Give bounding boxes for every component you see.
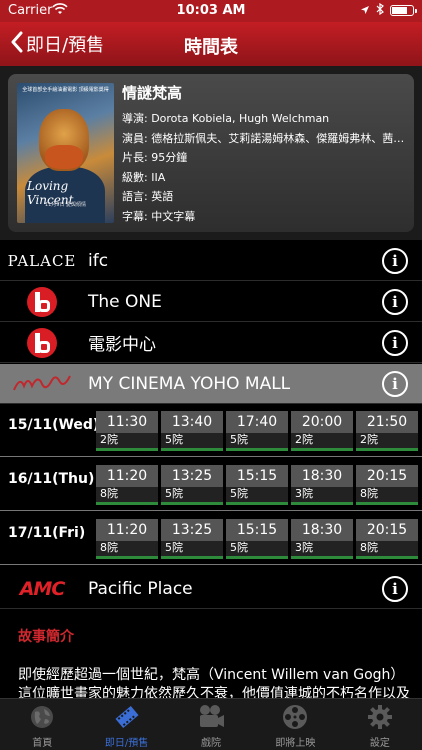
showtime-slot[interactable]: 17:40 5院 bbox=[226, 411, 288, 451]
showtime-slot[interactable]: 21:50 2院 bbox=[356, 411, 418, 451]
movie-length: 片長: 95分鐘 bbox=[122, 151, 188, 164]
tab-bar: 首頁 即日/預售 戲院 即將上映 設定 bbox=[0, 698, 422, 750]
synopsis-text: 即使經歷超過一個世紀，梵高（Vincent Willem van Gogh）這位… bbox=[18, 667, 410, 698]
movie-poster[interactable]: 全球首部全手繪油畫電影 頂級電影獎得 Loving Vincent 11月9日 … bbox=[17, 83, 114, 223]
tab-settings[interactable]: 設定 bbox=[338, 699, 422, 750]
tab-today-presale[interactable]: 即日/預售 bbox=[84, 699, 168, 750]
movie-info-section: 全球首部全手繪油畫電影 頂級電影獎得 Loving Vincent 11月9日 … bbox=[0, 66, 422, 240]
cinema-name: 電影中心 bbox=[88, 335, 156, 355]
info-icon[interactable]: i bbox=[382, 289, 408, 315]
show-date: 17/11(Fri) bbox=[8, 525, 86, 541]
info-icon[interactable]: i bbox=[382, 330, 408, 356]
projector-icon bbox=[196, 703, 226, 731]
poster-tagline: 全球首部全手繪油畫電影 頂級電影獎得 bbox=[22, 87, 109, 93]
showtime-slot[interactable]: 18:30 3院 bbox=[291, 465, 353, 505]
page-title: 時間表 bbox=[184, 37, 238, 58]
broadway-logo bbox=[0, 323, 84, 363]
poster-release-text: 11月9日 愛與傾情 bbox=[44, 202, 87, 208]
showtime-slot[interactable]: 15:15 5院 bbox=[226, 465, 288, 505]
showtime-slot[interactable]: 11:20 8院 bbox=[96, 519, 158, 559]
film-strip-icon bbox=[113, 703, 141, 731]
status-bar: Carrier 10:03 AM bbox=[0, 0, 422, 22]
movie-language: 語言: 英語 bbox=[122, 190, 174, 203]
broadway-logo bbox=[0, 282, 84, 322]
globe-icon bbox=[29, 703, 55, 731]
cinema-row-amc-pacific-place[interactable]: AMC Pacific Place i bbox=[0, 569, 422, 609]
showtime-day: 15/11(Wed) 11:30 2院 13:40 5院 17:40 5院 20:00… bbox=[0, 405, 422, 457]
synopsis-heading: 故事簡介 bbox=[18, 629, 74, 645]
movie-details: 情謎梵高 導演: Dorota Kobiela, Hugh Welchman 演… bbox=[122, 82, 406, 226]
synopsis-section: 故事簡介 即使經歷超過一個世紀，梵高（Vincent Willem van Go… bbox=[0, 610, 422, 698]
gear-icon bbox=[366, 703, 394, 731]
showtime-day: 17/11(Fri) 11:20 8院 13:25 5院 15:15 5院 18:30… bbox=[0, 513, 422, 565]
movie-card: 全球首部全手繪油畫電影 頂級電影獎得 Loving Vincent 11月9日 … bbox=[8, 74, 414, 232]
navigation-bar: 即日/預售 時間表 bbox=[0, 22, 422, 66]
tab-label: 即日/預售 bbox=[104, 738, 149, 749]
cinema-row-the-one[interactable]: The ONE i bbox=[0, 282, 422, 322]
showtime-slot[interactable]: 11:30 2院 bbox=[96, 411, 158, 451]
tab-label: 即將上映 bbox=[275, 738, 316, 749]
cinema-name: ifc bbox=[88, 250, 109, 271]
showtime-slot[interactable]: 13:40 5院 bbox=[161, 411, 223, 451]
bluetooth-icon bbox=[376, 2, 384, 18]
tab-cinemas[interactable]: 戲院 bbox=[169, 699, 253, 750]
cinema-row-palace-ifc[interactable]: PALACE ifc i bbox=[0, 241, 422, 281]
movie-subtitles: 字幕: 中文字幕 bbox=[122, 209, 196, 223]
cinema-name: The ONE bbox=[88, 291, 162, 312]
tab-home[interactable]: 首頁 bbox=[0, 699, 84, 750]
cinema-name: MY CINEMA YOHO MALL bbox=[88, 373, 291, 394]
showtime-slot[interactable]: 20:15 8院 bbox=[356, 465, 418, 505]
cinema-name: Pacific Place bbox=[88, 578, 193, 599]
showtime-slot[interactable]: 20:00 2院 bbox=[291, 411, 353, 451]
status-time: 10:03 AM bbox=[176, 3, 246, 18]
showtime-slot[interactable]: 18:30 3院 bbox=[291, 519, 353, 559]
tab-label: 戲院 bbox=[201, 738, 222, 749]
cinema-row-my-cinema-yoho[interactable]: MY CINEMA YOHO MALL i bbox=[0, 364, 422, 404]
showtime-slot[interactable]: 13:25 5院 bbox=[161, 465, 223, 505]
battery-icon bbox=[390, 5, 417, 16]
info-icon[interactable]: i bbox=[382, 371, 408, 397]
movie-rating: 級數: IIA bbox=[122, 170, 166, 184]
movie-cast: 演員: 德格拉斯佩夫、艾莉諾湯姆林森、傑羅姆弗林、茜爾莎... bbox=[122, 131, 406, 145]
movie-title: 情謎梵高 bbox=[122, 84, 183, 102]
showtime-slot[interactable]: 20:15 8院 bbox=[356, 519, 418, 559]
film-reel-icon bbox=[281, 703, 309, 731]
tab-coming-soon[interactable]: 即將上映 bbox=[253, 699, 337, 750]
show-date: 15/11(Wed) bbox=[8, 417, 100, 433]
info-icon[interactable]: i bbox=[382, 248, 408, 274]
my-cinema-logo bbox=[0, 364, 84, 404]
palace-logo: PALACE bbox=[7, 251, 77, 270]
show-date: 16/11(Thu) bbox=[8, 471, 95, 487]
showtime-slot[interactable]: 15:15 5院 bbox=[226, 519, 288, 559]
cinema-row-film-centre[interactable]: 電影中心 i bbox=[0, 323, 422, 363]
movie-director: 導演: Dorota Kobiela, Hugh Welchman bbox=[122, 112, 330, 125]
showtime-day: 16/11(Thu) 11:20 8院 13:25 5院 15:15 5院 18:30… bbox=[0, 459, 422, 511]
tab-label: 設定 bbox=[369, 738, 390, 749]
location-arrow-icon bbox=[360, 4, 370, 18]
amc-logo: AMC bbox=[19, 577, 66, 600]
info-icon[interactable]: i bbox=[382, 576, 408, 602]
showtime-slot[interactable]: 13:25 5院 bbox=[161, 519, 223, 559]
tab-label: 首頁 bbox=[32, 738, 53, 749]
showtime-slot[interactable]: 11:20 8院 bbox=[96, 465, 158, 505]
